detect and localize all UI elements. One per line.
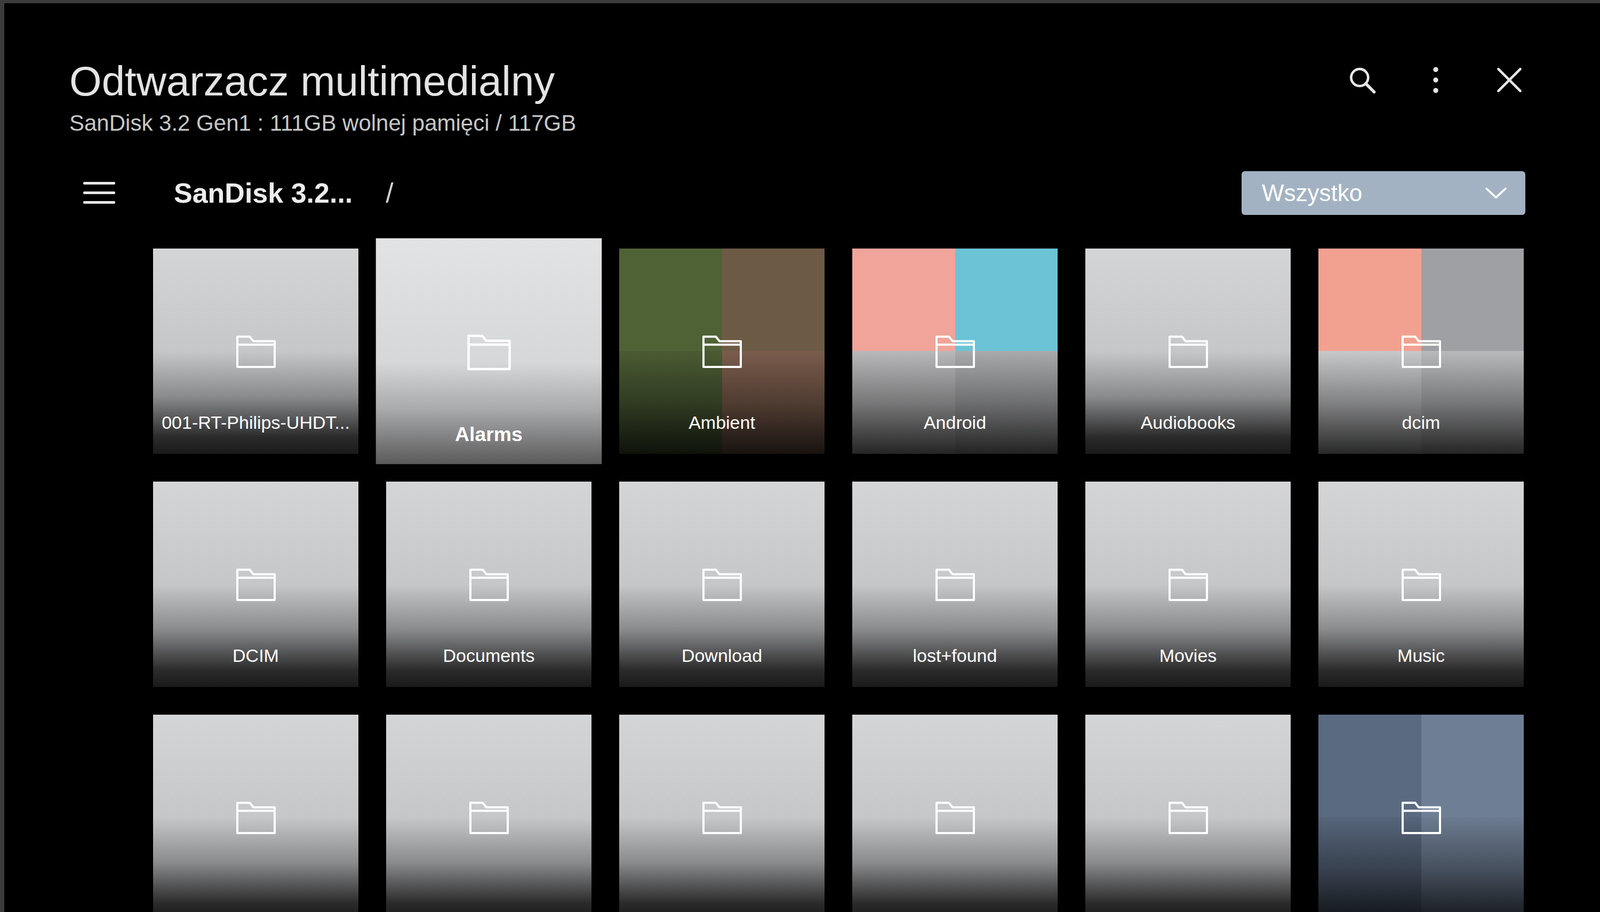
folder-tile[interactable]: DCIM: [153, 481, 359, 687]
filter-value: Wszystko: [1261, 179, 1363, 207]
folder-icon: [467, 565, 511, 603]
folder-tile[interactable]: [153, 714, 359, 912]
folder-tile[interactable]: 001-RT-Philips-UHDT...: [153, 248, 359, 454]
folder-icon: [933, 565, 977, 603]
folder-label: Download: [622, 644, 822, 667]
folder-label: Music: [1321, 644, 1521, 667]
folder-tile[interactable]: [1085, 714, 1291, 912]
folder-icon: [700, 565, 744, 603]
folder-tile[interactable]: Documents: [386, 481, 592, 687]
folder-icon: [1400, 565, 1443, 603]
folder-icon: [465, 330, 513, 372]
header-actions: [1346, 56, 1526, 96]
folder-tile[interactable]: [852, 714, 1058, 912]
folder-icon: [234, 332, 278, 370]
folder-icon: [234, 798, 278, 836]
folder-tile[interactable]: [619, 714, 825, 912]
folder-icon: [1166, 565, 1210, 603]
breadcrumb-separator: /: [385, 177, 394, 210]
folder-tile[interactable]: dcim: [1318, 248, 1524, 454]
folder-label: Audiobooks: [1088, 411, 1288, 434]
search-icon[interactable]: [1346, 64, 1379, 96]
folder-icon: [1400, 798, 1443, 836]
app-title: Odtwarzacz multimedialny: [69, 56, 576, 107]
folder-label: 001-RT-Philips-UHDT...: [156, 411, 356, 434]
navigation-row: SanDisk 3.2... / Wszystko: [4, 170, 1600, 216]
folder-icon: [700, 798, 744, 836]
folder-label: DCIM: [156, 644, 356, 667]
title-block: Odtwarzacz multimedialny SanDisk 3.2 Gen…: [69, 56, 576, 137]
folder-tile[interactable]: lost+found: [852, 481, 1058, 687]
folder-label: dcim: [1321, 411, 1521, 434]
folder-icon: [234, 565, 278, 603]
folder-icon: [933, 332, 977, 370]
storage-info: SanDisk 3.2 Gen1 : 111GB wolnej pamięci …: [69, 109, 576, 137]
folder-label: Android: [855, 411, 1055, 434]
folder-tile[interactable]: Audiobooks: [1085, 248, 1291, 454]
folder-label: Documents: [389, 644, 589, 667]
folder-tile[interactable]: Movies: [1085, 481, 1291, 687]
hamburger-menu-icon[interactable]: [83, 179, 116, 207]
header: Odtwarzacz multimedialny SanDisk 3.2 Gen…: [4, 3, 1600, 137]
folder-icon: [700, 332, 744, 370]
folder-tile[interactable]: [1318, 714, 1524, 912]
folder-grid: 001-RT-Philips-UHDT... Alarms Ambient An…: [4, 248, 1600, 912]
more-options-icon[interactable]: [1419, 64, 1452, 96]
folder-label: Alarms: [379, 422, 598, 447]
close-icon[interactable]: [1493, 64, 1526, 96]
folder-tile[interactable]: Music: [1318, 481, 1524, 687]
folder-icon: [1166, 332, 1210, 370]
folder-icon: [933, 798, 977, 836]
folder-icon: [1166, 798, 1210, 836]
folder-tile[interactable]: Alarms: [376, 238, 603, 465]
folder-tile[interactable]: [386, 714, 592, 912]
folder-icon: [467, 798, 511, 836]
folder-icon: [1400, 332, 1443, 370]
chevron-down-icon: [1484, 186, 1508, 200]
folder-tile[interactable]: Ambient: [619, 248, 825, 454]
folder-tile[interactable]: Android: [852, 248, 1058, 454]
folder-label: Ambient: [622, 411, 822, 434]
filter-dropdown[interactable]: Wszystko: [1241, 171, 1526, 215]
breadcrumb-device[interactable]: SanDisk 3.2...: [173, 177, 353, 210]
folder-label: lost+found: [855, 644, 1055, 667]
folder-tile[interactable]: Download: [619, 481, 825, 687]
media-player-screen: Odtwarzacz multimedialny SanDisk 3.2 Gen…: [0, 0, 1600, 912]
folder-label: Movies: [1088, 644, 1288, 667]
